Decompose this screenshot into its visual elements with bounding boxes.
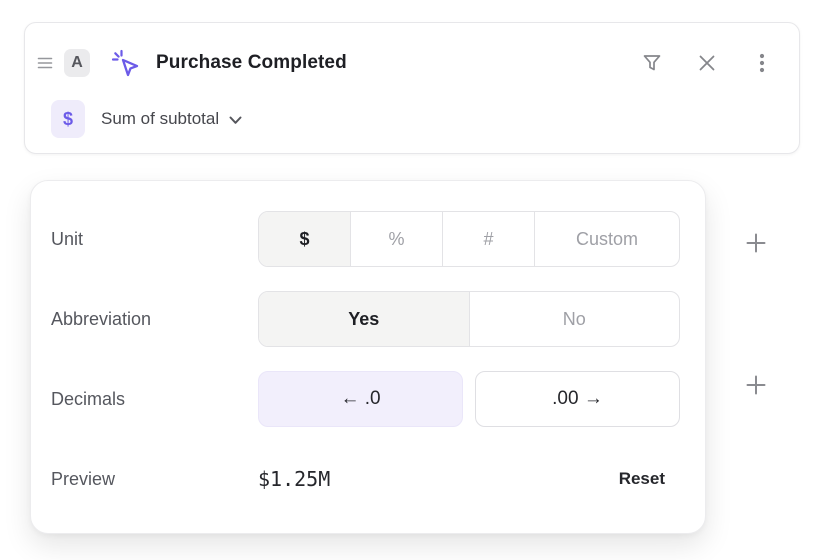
add-event-icon[interactable] (744, 231, 768, 255)
close-icon[interactable] (696, 52, 718, 74)
unit-option-dollar[interactable]: $ (259, 212, 350, 266)
decimals-controls: ← .0 .00 → (258, 371, 680, 427)
unit-option-percent[interactable]: % (350, 212, 442, 266)
add-metric-icon[interactable] (744, 373, 768, 397)
unit-option-number[interactable]: # (442, 212, 534, 266)
event-card-header: A Purchase Completed (25, 45, 799, 81)
event-letter-badge: A (64, 49, 90, 77)
decimals-row: Decimals ← .0 .00 → (51, 371, 678, 427)
abbreviation-label: Abbreviation (51, 309, 258, 330)
more-options-icon[interactable] (751, 52, 773, 74)
preview-value: $1.25M (258, 467, 330, 491)
preview-row: Preview $1.25M Reset (51, 451, 678, 507)
filter-icon[interactable] (641, 52, 663, 74)
abbreviation-row: Abbreviation Yes No (51, 291, 678, 347)
reset-button[interactable]: Reset (619, 469, 665, 489)
unit-option-custom[interactable]: Custom (534, 212, 679, 266)
chevron-down-icon (229, 116, 242, 125)
format-settings-panel: Unit $ % # Custom Abbreviation Yes No De… (30, 180, 706, 534)
unit-label: Unit (51, 229, 258, 250)
decrease-decimals-button[interactable]: ← .0 (258, 371, 463, 427)
decimals-label: Decimals (51, 389, 258, 410)
currency-badge: $ (51, 100, 85, 138)
abbreviation-option-yes[interactable]: Yes (259, 292, 469, 346)
unit-row: Unit $ % # Custom (51, 211, 678, 267)
event-click-icon (111, 49, 139, 77)
event-title: Purchase Completed (156, 52, 347, 74)
metric-selector[interactable]: $ Sum of subtotal (25, 100, 799, 138)
preview-label: Preview (51, 469, 258, 490)
increase-decimals-button[interactable]: .00 → (475, 371, 680, 427)
drag-handle-icon[interactable] (37, 56, 53, 70)
abbreviation-option-no[interactable]: No (469, 292, 680, 346)
preview-cell: $1.25M Reset (258, 467, 680, 491)
abbreviation-segmented-control: Yes No (258, 291, 680, 347)
metric-label: Sum of subtotal (101, 109, 219, 129)
unit-segmented-control: $ % # Custom (258, 211, 680, 267)
event-card: A Purchase Completed $ (24, 22, 800, 154)
